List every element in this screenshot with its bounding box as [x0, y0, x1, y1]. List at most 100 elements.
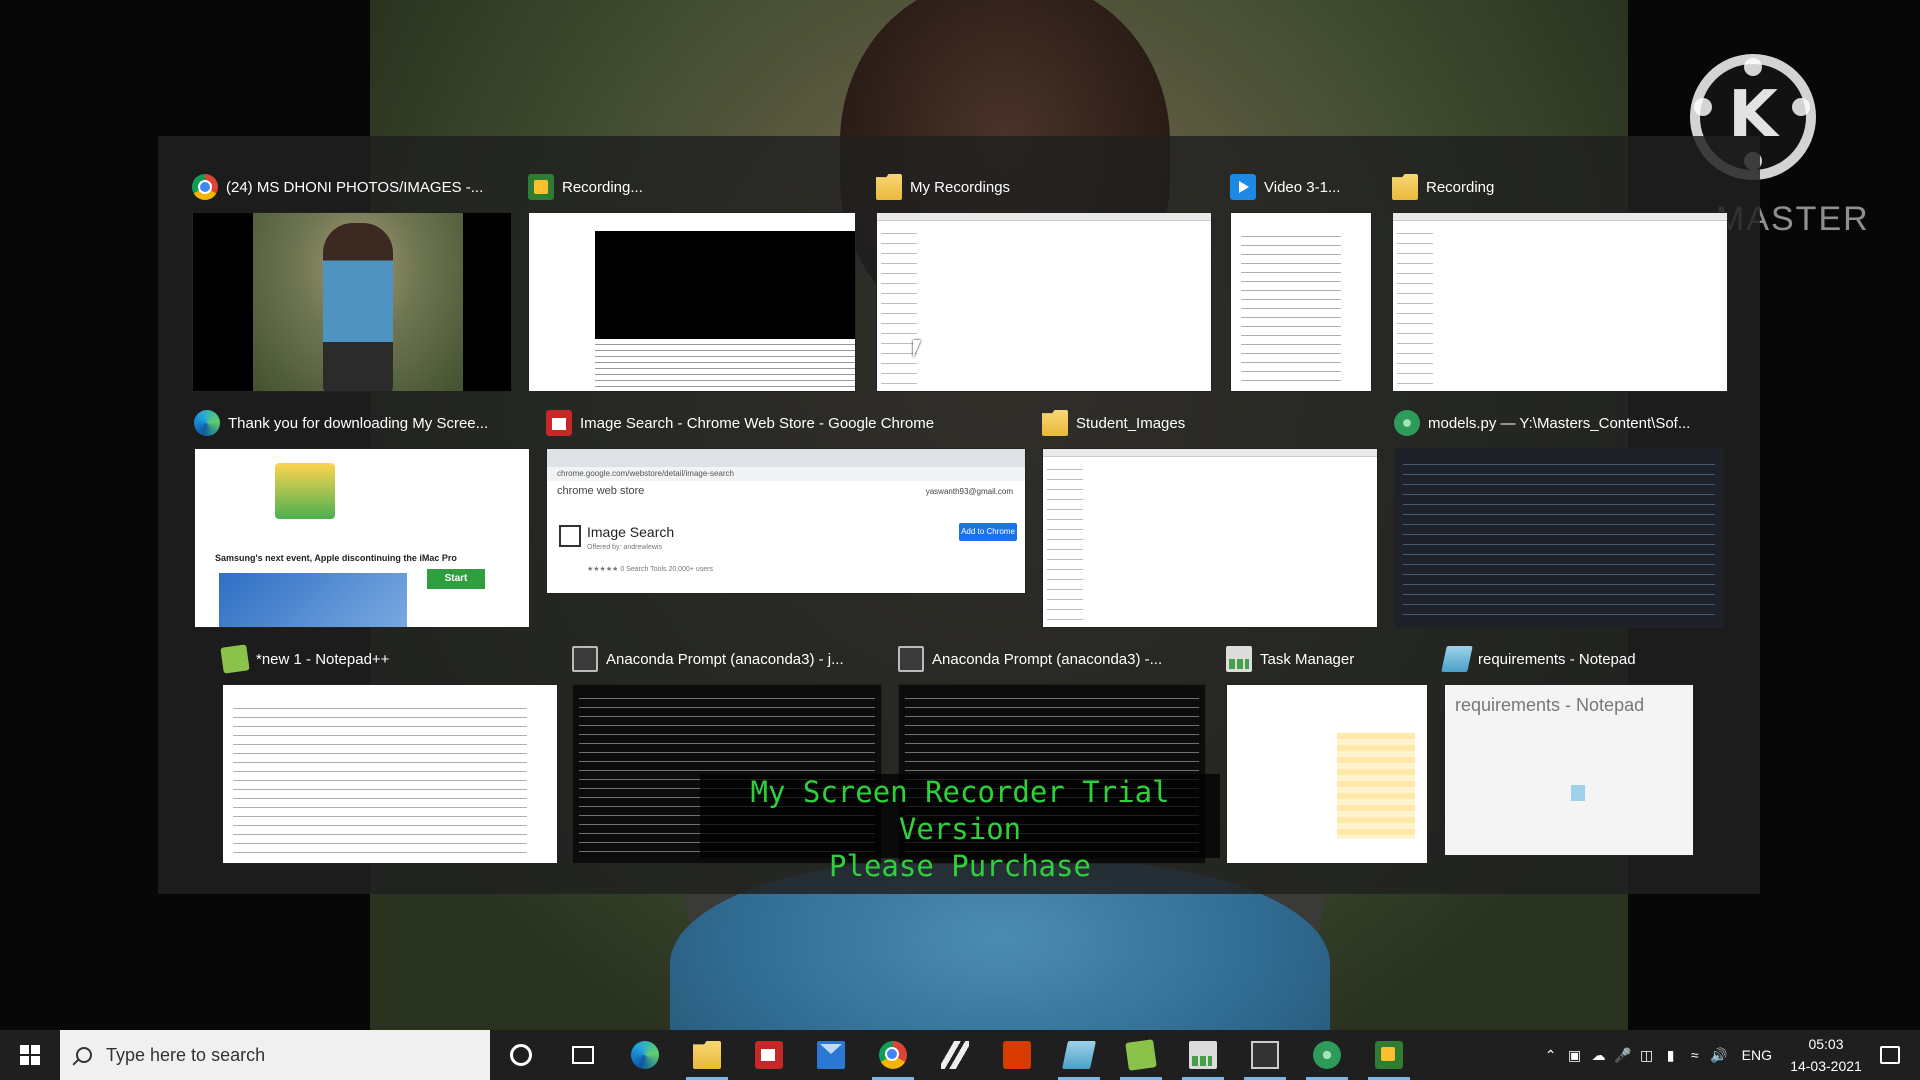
window-thumbnail — [1226, 684, 1428, 864]
input-language[interactable]: ENG — [1732, 1047, 1782, 1063]
task-view-button[interactable] — [552, 1030, 614, 1080]
window-my-recordings[interactable]: My Recordings — [876, 174, 1212, 392]
thumbnail-ad — [219, 573, 407, 627]
window-chrome-dhoni[interactable]: (24) MS DHONI PHOTOS/IMAGES -... — [192, 174, 512, 392]
volume-icon[interactable]: 🔊 — [1708, 1044, 1730, 1066]
thumbnail-item-title: Image Search — [587, 524, 675, 540]
thumbnail-tabbar — [547, 449, 1025, 467]
mail-icon — [817, 1041, 845, 1069]
taskbar-store[interactable] — [738, 1030, 800, 1080]
taskbar-console[interactable] — [1234, 1030, 1296, 1080]
window-video-properties[interactable]: Video 3-1... — [1230, 174, 1372, 392]
console-icon — [572, 646, 598, 672]
window-thumbnail — [528, 212, 856, 392]
task-manager-icon — [1226, 646, 1252, 672]
clock[interactable]: 05:03 14-03-2021 — [1784, 1033, 1868, 1077]
window-header: My Recordings — [876, 174, 1010, 200]
window-header: (24) MS DHONI PHOTOS/IMAGES -... — [192, 174, 483, 200]
thumbnail-sidebar — [1397, 227, 1433, 387]
window-title: Video 3-1... — [1264, 178, 1341, 196]
thumbnail-url: chrome.google.com/webstore/detail/image-… — [547, 467, 1025, 481]
window-thumbnail — [1042, 448, 1378, 628]
search-icon — [76, 1047, 92, 1063]
action-center-button[interactable] — [1870, 1030, 1910, 1080]
window-task-manager[interactable]: Task Manager — [1226, 646, 1428, 864]
window-student-images[interactable]: Student_Images — [1042, 410, 1378, 628]
taskbar-office[interactable] — [986, 1030, 1048, 1080]
window-recording[interactable]: Recording... — [528, 174, 856, 392]
atom-icon — [1313, 1041, 1341, 1069]
taskbar-edge[interactable] — [614, 1030, 676, 1080]
taskbar-atom[interactable] — [1296, 1030, 1358, 1080]
window-chrome-web-store[interactable]: Image Search - Chrome Web Store - Google… — [546, 410, 1026, 594]
taskbar-file-explorer[interactable] — [676, 1030, 738, 1080]
window-recording-folder[interactable]: Recording — [1392, 174, 1728, 392]
window-thumbnail: requirements - Notepad — [1444, 684, 1694, 856]
taskbar-search[interactable]: Type here to search — [60, 1030, 490, 1080]
meet-now-icon[interactable]: ▣ — [1564, 1044, 1586, 1066]
folder-icon — [1392, 174, 1418, 200]
office-icon — [1003, 1041, 1031, 1069]
window-thumbnail — [1230, 212, 1372, 392]
thumbnail-code — [1403, 459, 1715, 617]
display-icon[interactable]: ◫ — [1636, 1044, 1658, 1066]
logo-dot — [1744, 58, 1762, 76]
thumbnail-content — [233, 703, 527, 855]
taskbar-app-slash[interactable] — [924, 1030, 986, 1080]
system-tray: ⌃ ▣ ☁ 🎤 ◫ ▮ ≈ 🔊 ENG 05:03 14-03-2021 — [1540, 1030, 1920, 1080]
thumbnail-label: requirements - Notepad — [1455, 695, 1645, 715]
taskbar-task-manager[interactable] — [1172, 1030, 1234, 1080]
window-title: models.py — Y:\Masters_Content\Sof... — [1428, 414, 1691, 432]
window-title: Image Search - Chrome Web Store - Google… — [580, 414, 935, 432]
thumbnail-card — [275, 463, 335, 519]
onedrive-cloud-icon[interactable]: ☁ — [1588, 1044, 1610, 1066]
thumbnail-add-button: Add to Chrome — [959, 523, 1017, 541]
watermark-line-2: Please Purchase — [829, 849, 1091, 883]
window-atom-models[interactable]: models.py — Y:\Masters_Content\Sof... — [1394, 410, 1724, 628]
microphone-icon[interactable]: 🎤 — [1612, 1044, 1634, 1066]
start-button[interactable] — [0, 1030, 60, 1080]
window-thumbnail — [192, 212, 512, 392]
thumbnail-store-header: chrome web store — [557, 485, 645, 497]
thumbnail-offered-by: Offered by: andrewlewis — [587, 544, 662, 551]
notepad-plus-plus-icon — [1125, 1039, 1157, 1071]
taskbar-mail[interactable] — [800, 1030, 862, 1080]
chrome-icon — [879, 1041, 907, 1069]
notepad-icon — [1062, 1041, 1096, 1069]
show-hidden-icons-chevron-icon[interactable]: ⌃ — [1540, 1044, 1562, 1066]
window-header: models.py — Y:\Masters_Content\Sof... — [1394, 410, 1690, 436]
thumbnail-start-button: Start — [427, 569, 485, 589]
window-notepad-plus-plus[interactable]: *new 1 - Notepad++ — [220, 644, 558, 864]
battery-icon[interactable]: ▮ — [1660, 1044, 1682, 1066]
window-title: My Recordings — [910, 178, 1011, 196]
window-thumbnail — [876, 212, 1212, 392]
clock-date: 14-03-2021 — [1790, 1058, 1862, 1074]
window-title: requirements - Notepad — [1478, 650, 1636, 668]
recorder-trial-watermark: My Screen Recorder Trial Version Please … — [700, 774, 1220, 883]
task-manager-icon — [1189, 1041, 1217, 1069]
taskbar-notepad-plus-plus[interactable] — [1110, 1030, 1172, 1080]
thumbnail-account: yaswanth93@gmail.com — [925, 487, 1013, 496]
wifi-icon[interactable]: ≈ — [1684, 1044, 1706, 1066]
folder-icon — [876, 174, 902, 200]
taskbar-pinned-apps — [490, 1030, 1420, 1080]
chrome-icon — [192, 174, 218, 200]
thumbnail-sidebar — [881, 227, 917, 387]
window-header: Anaconda Prompt (anaconda3) -... — [898, 646, 1162, 672]
folder-icon — [1042, 410, 1068, 436]
notepad-icon — [1571, 785, 1585, 801]
taskbar-notepad[interactable] — [1048, 1030, 1110, 1080]
cortana-button[interactable] — [490, 1030, 552, 1080]
window-title: Task Manager — [1260, 650, 1355, 668]
window-thumbnail — [222, 684, 558, 864]
window-requirements-notepad[interactable]: requirements - Notepad requirements - No… — [1441, 646, 1694, 864]
thumbnail-sidebar — [1047, 463, 1083, 623]
window-header: Recording... — [528, 174, 643, 200]
taskbar-chrome[interactable] — [862, 1030, 924, 1080]
window-thumbnail: chrome.google.com/webstore/detail/image-… — [546, 448, 1026, 594]
window-edge-download[interactable]: Thank you for downloading My Scree... Sa… — [194, 410, 530, 628]
window-header: Task Manager — [1226, 646, 1354, 672]
taskbar-screen-recorder[interactable] — [1358, 1030, 1420, 1080]
window-title: Recording... — [562, 178, 643, 196]
window-header: Video 3-1... — [1230, 174, 1340, 200]
